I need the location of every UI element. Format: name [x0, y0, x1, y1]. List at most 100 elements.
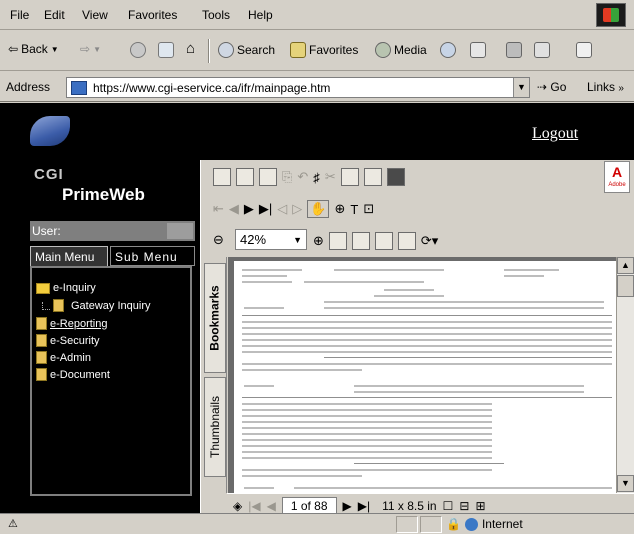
forward-button[interactable]: ⇨ ▼	[80, 42, 101, 56]
main-menu-panel: e-Inquiry Gateway Inquiry e-Reporting e-…	[30, 266, 192, 496]
address-url[interactable]: https://www.cgi-eservice.ca/ifr/mainpage…	[93, 81, 513, 95]
menu-item-label: e-Document	[50, 368, 110, 381]
copy-icon[interactable]: ⎘	[282, 169, 292, 185]
last-page-icon[interactable]: ▶|	[259, 201, 272, 217]
facing-icon[interactable]: ⊞	[475, 499, 485, 513]
zoom-tool-icon[interactable]: ⊕	[334, 201, 345, 217]
zoom-value: 42%	[240, 232, 267, 247]
windows-logo-icon	[596, 3, 626, 27]
next-page-icon[interactable]: ▶	[244, 201, 254, 217]
security-zone: 🔒 Internet	[446, 517, 523, 531]
document-area[interactable]	[228, 257, 616, 493]
tab-bookmarks[interactable]: Bookmarks	[204, 263, 226, 373]
single-page-icon[interactable]: ☐	[443, 499, 454, 513]
hand-tool-icon[interactable]: ✋	[307, 200, 330, 218]
previous-view-icon[interactable]	[340, 168, 359, 186]
viewer-toolbar-row-1: ⎘ ↶ ♯ ✂	[213, 168, 405, 186]
scroll-thumb[interactable]	[617, 275, 634, 297]
split-icon[interactable]: ◈	[233, 499, 242, 513]
tab-main-menu[interactable]: Main Menu	[30, 246, 108, 266]
menu-tabs: Main Menu Sub Menu	[30, 246, 195, 266]
go-forward-icon[interactable]: ▷	[292, 201, 302, 217]
go-arrow-icon: ⇢	[537, 80, 548, 94]
email-icon[interactable]	[259, 168, 277, 186]
first-page-icon[interactable]: ⇤	[213, 201, 224, 217]
next-view-icon[interactable]	[363, 168, 382, 186]
chevron-down-icon: ▼	[293, 235, 302, 245]
cut-icon[interactable]: ✂	[325, 169, 336, 185]
history-icon[interactable]	[440, 42, 456, 58]
properties-icon[interactable]	[386, 168, 405, 186]
rotate-icon[interactable]: ⟳▾	[421, 233, 438, 249]
globe-icon	[464, 517, 478, 531]
user-bar: User:	[30, 221, 195, 241]
home-icon[interactable]: ⌂	[186, 40, 195, 57]
address-input[interactable]: https://www.cgi-eservice.ca/ifr/mainpage…	[66, 77, 530, 98]
menu-item-e-document[interactable]: e-Document	[36, 368, 110, 381]
back-label: Back	[21, 42, 48, 56]
media-icon	[375, 42, 391, 58]
menu-edit[interactable]: Edit	[44, 8, 65, 22]
go-button[interactable]: ⇢ Go	[537, 80, 566, 94]
scroll-up-button[interactable]: ▲	[617, 257, 634, 274]
media-button[interactable]: Media	[375, 42, 427, 58]
menu-item-e-security[interactable]: e-Security	[36, 334, 100, 347]
menu-file[interactable]: File	[10, 8, 29, 22]
previous-page-icon[interactable]: ◀	[229, 201, 239, 217]
folder-icon	[36, 282, 50, 294]
navigation-pane-tabs: Bookmarks Thumbnails	[201, 257, 227, 493]
menu-item-e-admin[interactable]: e-Admin	[36, 351, 91, 364]
go-back-icon[interactable]: ◁	[277, 201, 287, 217]
fit-width-icon[interactable]	[374, 232, 393, 250]
print-icon[interactable]	[506, 42, 522, 58]
reflow-icon[interactable]	[397, 232, 416, 250]
user-value	[167, 223, 193, 239]
logout-link[interactable]: Logout	[532, 125, 578, 143]
save-icon[interactable]	[213, 168, 231, 186]
tab-thumbnails[interactable]: Thumbnails	[204, 377, 226, 477]
graphics-select-icon[interactable]: ⊡	[363, 201, 374, 217]
zoom-select[interactable]: 42% ▼	[235, 229, 307, 250]
previous-page-icon[interactable]: ◀	[267, 499, 276, 513]
menu-item-gateway-inquiry[interactable]: Gateway Inquiry	[36, 299, 150, 312]
actual-size-icon[interactable]	[328, 232, 347, 250]
menu-item-e-reporting[interactable]: e-Reporting	[36, 317, 107, 330]
mail-icon[interactable]	[470, 42, 486, 58]
back-arrow-icon: ⇦	[8, 42, 19, 56]
chevron-down-icon: ▼	[93, 44, 101, 54]
edit-icon[interactable]	[534, 42, 550, 58]
document-icon	[36, 317, 47, 330]
menu-tools[interactable]: Tools	[202, 8, 230, 22]
scroll-down-button[interactable]: ▼	[617, 475, 634, 492]
links-button[interactable]: Links »	[587, 80, 624, 94]
favorites-button[interactable]: Favorites	[290, 42, 358, 58]
menu-item-label: Gateway Inquiry	[71, 299, 151, 312]
print-icon[interactable]	[236, 168, 254, 186]
vertical-scrollbar[interactable]: ▲ ▼	[616, 257, 634, 493]
undo-icon[interactable]: ↶	[297, 169, 308, 185]
discuss-icon[interactable]	[576, 42, 592, 58]
continuous-icon[interactable]: ⊟	[459, 499, 469, 513]
menu-favorites[interactable]: Favorites	[128, 8, 177, 22]
zoom-out-icon[interactable]: ⊖	[213, 232, 224, 248]
menu-item-e-inquiry[interactable]: e-Inquiry	[36, 282, 96, 294]
chevron-down-icon[interactable]: ▼	[513, 78, 529, 97]
zoom-in-icon[interactable]: ⊕	[313, 233, 324, 249]
menu-item-label: e-Inquiry	[53, 282, 96, 294]
menu-view[interactable]: View	[82, 8, 108, 22]
back-button[interactable]: ⇦ Back ▼	[8, 42, 59, 56]
search-label: Search	[237, 43, 276, 57]
first-page-icon[interactable]: |◀	[248, 499, 260, 513]
next-page-icon[interactable]: ▶	[343, 499, 352, 513]
last-page-icon[interactable]: ▶|	[358, 499, 370, 513]
menu-help[interactable]: Help	[248, 8, 273, 22]
find-icon[interactable]: ♯	[313, 170, 320, 185]
forward-arrow-icon: ⇨	[80, 42, 91, 56]
tab-sub-menu[interactable]: Sub Menu	[110, 246, 195, 266]
fit-page-icon[interactable]	[351, 232, 370, 250]
search-button[interactable]: Search	[218, 42, 275, 58]
stop-icon[interactable]	[130, 42, 146, 58]
refresh-icon[interactable]	[158, 42, 174, 58]
text-select-icon[interactable]: T	[350, 202, 358, 217]
page-indicator[interactable]: 1 of 88	[281, 497, 337, 513]
